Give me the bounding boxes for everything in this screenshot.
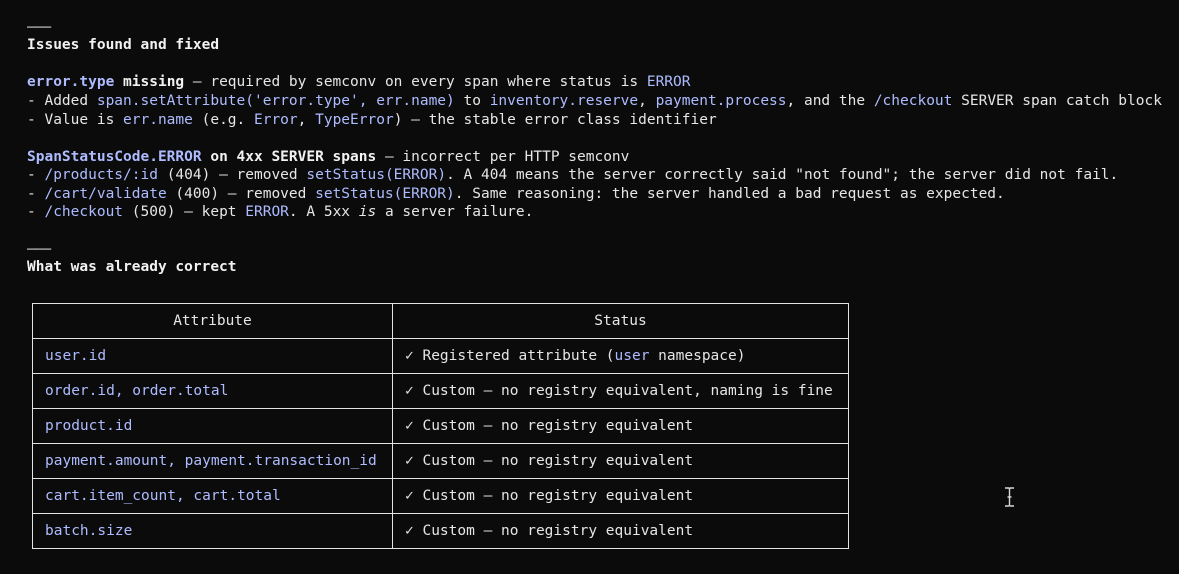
table-row: user.id ✓ Registered attribute (user nam… bbox=[32, 338, 849, 374]
table-row: order.id, order.total ✓ Custom — no regi… bbox=[32, 373, 849, 409]
attribute-cell: payment.amount, payment.transaction_id bbox=[32, 443, 393, 479]
issue-error-type-bullet-1: - Added span.setAttribute('error.type', … bbox=[27, 93, 1162, 109]
column-header-status: Status bbox=[392, 303, 849, 339]
table-row: cart.item_count, cart.total ✓ Custom — n… bbox=[32, 478, 849, 514]
divider-middle: ——— bbox=[27, 241, 51, 257]
issue-span-status-bullet-2: - /cart/validate (400) — removed setStat… bbox=[27, 186, 1005, 202]
table-row: payment.amount, payment.transaction_id ✓… bbox=[32, 443, 849, 479]
attribute-cell: batch.size bbox=[32, 513, 393, 549]
text-cursor-icon bbox=[1005, 487, 1014, 507]
status-cell: ✓ Custom — no registry equivalent bbox=[392, 408, 849, 444]
table-header-row: Attribute Status bbox=[32, 303, 849, 339]
attributes-table: Attribute Status user.id ✓ Registered at… bbox=[32, 303, 849, 549]
status-cell: ✓ Custom — no registry equivalent bbox=[392, 513, 849, 549]
issue-span-status-bullet-1: - /products/:id (404) — removed setStatu… bbox=[27, 167, 1119, 183]
attribute-cell: order.id, order.total bbox=[32, 373, 393, 409]
section-heading-correct: What was already correct bbox=[27, 259, 237, 275]
status-cell: ✓ Custom — no registry equivalent, namin… bbox=[392, 373, 849, 409]
divider-top: ——— bbox=[27, 19, 51, 35]
issue-error-type-bullet-2: - Value is err.name (e.g. Error, TypeErr… bbox=[27, 112, 717, 128]
status-cell: ✓ Custom — no registry equivalent bbox=[392, 478, 849, 514]
status-cell: ✓ Registered attribute (user namespace) bbox=[392, 338, 849, 374]
attribute-cell: cart.item_count, cart.total bbox=[32, 478, 393, 514]
issue-span-status-bullet-3: - /checkout (500) — kept ERROR. A 5xx is… bbox=[27, 204, 534, 220]
issue-span-status-title: SpanStatusCode.ERROR on 4xx SERVER spans… bbox=[27, 149, 630, 165]
table-row: product.id ✓ Custom — no registry equiva… bbox=[32, 408, 849, 444]
section-heading-issues: Issues found and fixed bbox=[27, 37, 220, 53]
issue-error-type-title: error.type missing — required by semconv… bbox=[27, 74, 691, 90]
attribute-cell: user.id bbox=[32, 338, 393, 374]
status-cell: ✓ Custom — no registry equivalent bbox=[392, 443, 849, 479]
column-header-attribute: Attribute bbox=[32, 303, 393, 339]
table-row: batch.size ✓ Custom — no registry equiva… bbox=[32, 513, 849, 549]
attribute-cell: product.id bbox=[32, 408, 393, 444]
